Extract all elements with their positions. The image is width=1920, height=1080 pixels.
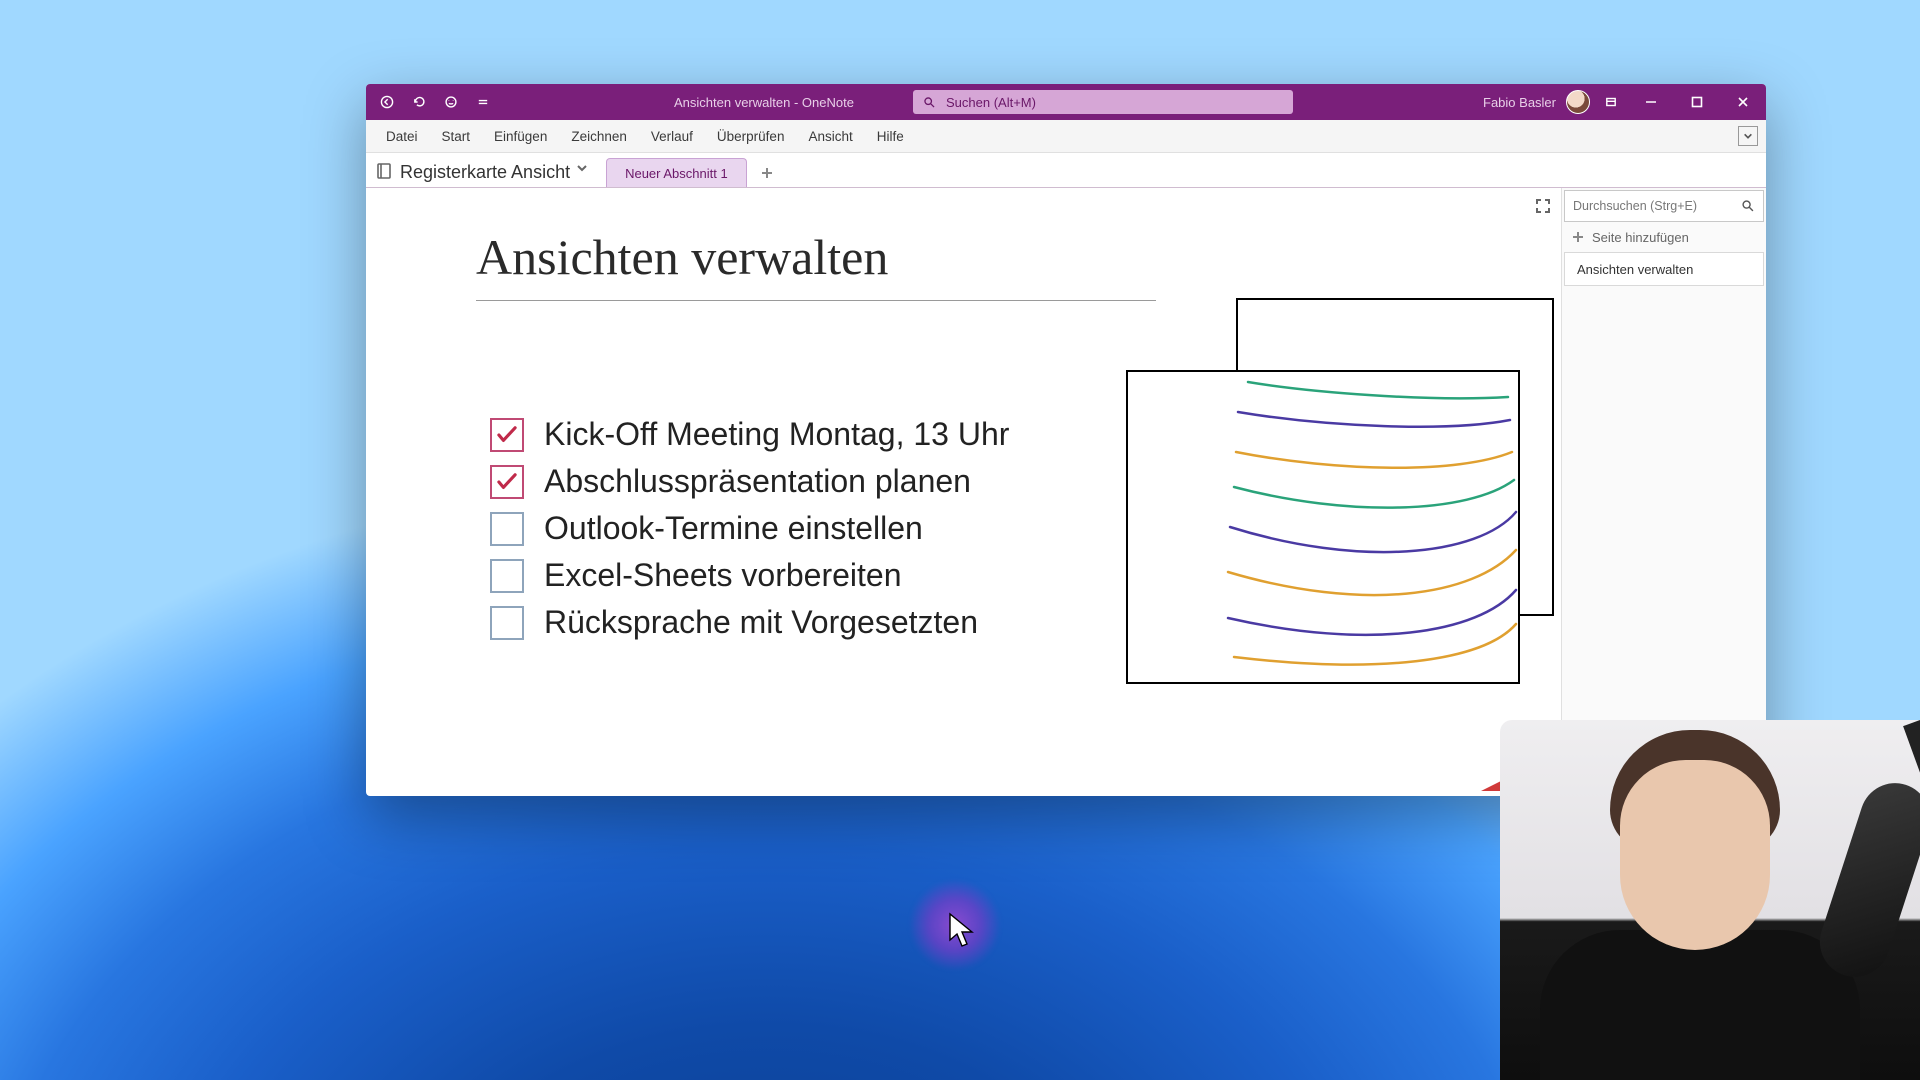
minimize-button[interactable] bbox=[1628, 84, 1674, 120]
page-search-placeholder: Durchsuchen (Strg+E) bbox=[1573, 199, 1697, 213]
content-area: Ansichten verwalten Kick-Off Meeting Mon… bbox=[366, 188, 1766, 796]
todo-item: Outlook-Termine einstellen bbox=[490, 510, 1009, 547]
notebook-bar: Registerkarte Ansicht Neuer Abschnitt 1 bbox=[366, 153, 1766, 188]
ribbon-tabs: Datei Start Einfügen Zeichnen Verlauf Üb… bbox=[366, 120, 1766, 153]
page-list-item-label: Ansichten verwalten bbox=[1577, 262, 1693, 277]
avatar bbox=[1566, 90, 1590, 114]
maximize-button[interactable] bbox=[1674, 84, 1720, 120]
titlebar-search[interactable]: Suchen (Alt+M) bbox=[913, 90, 1293, 114]
todo-label[interactable]: Rücksprache mit Vorgesetzten bbox=[544, 604, 978, 641]
titlebar: Ansichten verwalten - OneNote Suchen (Al… bbox=[366, 84, 1766, 120]
page-title[interactable]: Ansichten verwalten bbox=[476, 228, 1156, 301]
page-canvas[interactable]: Ansichten verwalten Kick-Off Meeting Mon… bbox=[366, 188, 1561, 796]
quick-access-toolbar bbox=[366, 91, 504, 113]
page-search-input[interactable]: Durchsuchen (Strg+E) bbox=[1564, 190, 1764, 222]
ribbon-tab-start[interactable]: Start bbox=[430, 120, 483, 152]
onenote-window: Ansichten verwalten - OneNote Suchen (Al… bbox=[366, 84, 1766, 796]
todo-checkbox[interactable] bbox=[490, 559, 524, 593]
add-section-button[interactable] bbox=[753, 161, 781, 185]
todo-label[interactable]: Excel-Sheets vorbereiten bbox=[544, 557, 902, 594]
window-controls bbox=[1628, 84, 1766, 120]
page-list-item[interactable]: Ansichten verwalten bbox=[1564, 252, 1764, 286]
plus-icon bbox=[1572, 231, 1584, 243]
collapse-ribbon-icon[interactable] bbox=[1738, 126, 1758, 146]
ribbon-tab-zeichnen[interactable]: Zeichnen bbox=[559, 120, 639, 152]
ribbon-tab-einfuegen[interactable]: Einfügen bbox=[482, 120, 559, 152]
presenter-body bbox=[1540, 930, 1860, 1080]
presenter-head bbox=[1620, 760, 1770, 950]
todo-checkbox[interactable] bbox=[490, 465, 524, 499]
notebook-icon[interactable] bbox=[374, 161, 394, 181]
microphone-icon bbox=[1811, 774, 1920, 986]
ink-drawing-rect-front[interactable] bbox=[1126, 370, 1520, 684]
section-tab-label: Neuer Abschnitt 1 bbox=[625, 166, 728, 181]
todo-item: Rücksprache mit Vorgesetzten bbox=[490, 604, 1009, 641]
webcam-overlay bbox=[1500, 720, 1920, 1080]
ribbon-tab-verlauf[interactable]: Verlauf bbox=[639, 120, 705, 152]
ribbon-tab-datei[interactable]: Datei bbox=[374, 120, 430, 152]
ribbon-tab-ansicht[interactable]: Ansicht bbox=[796, 120, 864, 152]
page-list-pane: Durchsuchen (Strg+E) Seite hinzufügen An… bbox=[1561, 188, 1766, 796]
todo-checkbox[interactable] bbox=[490, 418, 524, 452]
add-page-label: Seite hinzufügen bbox=[1592, 230, 1689, 245]
todo-list: Kick-Off Meeting Montag, 13 Uhr Abschlus… bbox=[490, 416, 1009, 651]
ink-strokes bbox=[1128, 372, 1518, 682]
ribbon-tab-hilfe[interactable]: Hilfe bbox=[865, 120, 916, 152]
add-page-button[interactable]: Seite hinzufügen bbox=[1562, 222, 1766, 252]
window-title: Ansichten verwalten - OneNote bbox=[674, 95, 854, 110]
todo-label[interactable]: Abschlusspräsentation planen bbox=[544, 463, 971, 500]
sync-icon[interactable] bbox=[440, 91, 462, 113]
section-tab[interactable]: Neuer Abschnitt 1 bbox=[606, 158, 747, 187]
notebook-name[interactable]: Registerkarte Ansicht bbox=[400, 162, 570, 183]
todo-label[interactable]: Outlook-Termine einstellen bbox=[544, 510, 923, 547]
search-placeholder: Suchen (Alt+M) bbox=[946, 95, 1036, 110]
todo-item: Abschlusspräsentation planen bbox=[490, 463, 1009, 500]
ribbon-tab-ueberpruefen[interactable]: Überprüfen bbox=[705, 120, 797, 152]
close-button[interactable] bbox=[1720, 84, 1766, 120]
todo-checkbox[interactable] bbox=[490, 512, 524, 546]
todo-label[interactable]: Kick-Off Meeting Montag, 13 Uhr bbox=[544, 416, 1009, 453]
todo-item: Kick-Off Meeting Montag, 13 Uhr bbox=[490, 416, 1009, 453]
ribbon-display-options-icon[interactable] bbox=[1600, 91, 1622, 113]
search-icon bbox=[923, 96, 936, 109]
back-icon[interactable] bbox=[376, 91, 398, 113]
user-name: Fabio Basler bbox=[1483, 95, 1556, 110]
desktop-wallpaper: Ansichten verwalten - OneNote Suchen (Al… bbox=[0, 0, 1920, 1080]
undo-icon[interactable] bbox=[408, 91, 430, 113]
user-account[interactable]: Fabio Basler bbox=[1483, 90, 1590, 114]
fullscreen-icon[interactable] bbox=[1535, 198, 1551, 219]
notebook-dropdown-icon[interactable] bbox=[576, 161, 588, 179]
todo-item: Excel-Sheets vorbereiten bbox=[490, 557, 1009, 594]
search-icon bbox=[1741, 199, 1755, 213]
todo-checkbox[interactable] bbox=[490, 606, 524, 640]
customize-qat-icon[interactable] bbox=[472, 91, 494, 113]
